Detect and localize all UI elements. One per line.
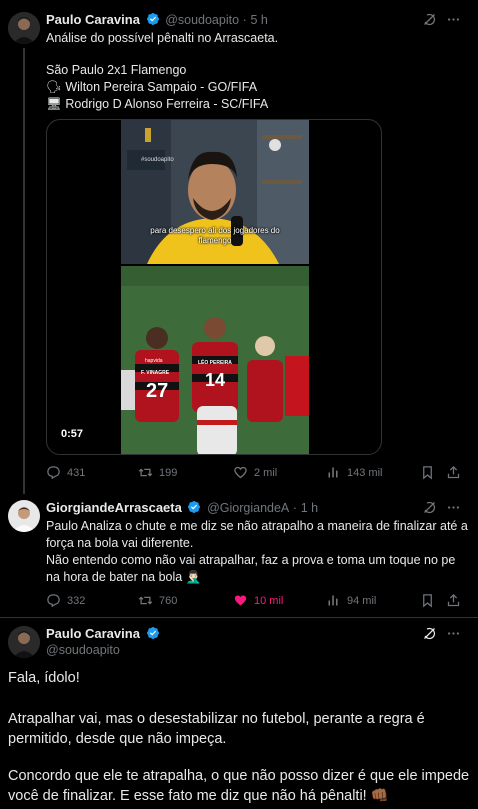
repost-count: 199 xyxy=(159,466,178,479)
like-button[interactable]: 2 mil xyxy=(233,465,277,480)
video-poster-label: #soudoapito xyxy=(141,157,174,163)
author-handle[interactable]: @soudoapito xyxy=(165,13,239,27)
video-duration: 0:57 xyxy=(61,428,84,440)
avatar[interactable] xyxy=(8,500,40,532)
video-watermark: @SOUDOAPITO xyxy=(183,258,237,265)
repost-count: 760 xyxy=(159,594,178,607)
video-caption: para desespero ali dos jogadores do flam… xyxy=(150,226,280,245)
tweet-text-line: Análise do possível pênalti no Arrascaet… xyxy=(46,31,279,45)
bookmark-icon xyxy=(423,594,432,608)
jersey-number: 14 xyxy=(205,370,226,390)
timestamp[interactable]: 1 h xyxy=(301,501,318,515)
author-name[interactable]: Paulo Caravina xyxy=(46,626,140,641)
like-count: 10 mil xyxy=(254,594,284,607)
bookmark-button[interactable] xyxy=(420,465,435,480)
verified-badge-icon xyxy=(146,13,159,25)
tweet-text-line: 🖥 Rodrigo D Alonso Ferreira - SC/FIFA xyxy=(46,97,269,111)
views-button[interactable]: 143 mil xyxy=(326,465,382,480)
views-button[interactable]: 94 mil xyxy=(326,593,376,608)
like-button[interactable]: 10 mil xyxy=(233,593,283,608)
jersey-sponsor: hapvida xyxy=(145,358,163,364)
video-player[interactable]: #soudoapito para desespero ali dos jogad… xyxy=(46,119,382,455)
video-frame xyxy=(121,120,309,454)
divider xyxy=(0,617,478,618)
reply-count: 332 xyxy=(67,594,86,607)
more-options-icon[interactable] xyxy=(446,626,461,644)
grok-icon[interactable] xyxy=(422,626,437,644)
tweet-header: GiorgiandeArrascaeta @GiorgiandeA · 1 h xyxy=(46,500,318,515)
thread-connector-line xyxy=(23,48,25,494)
grok-icon[interactable] xyxy=(422,12,437,30)
tweet-text-line: Paulo Analiza o chute e me diz se não at… xyxy=(46,519,468,533)
separator-dot: · xyxy=(242,13,247,27)
tweet-header: Paulo Caravina @soudoapito · 5 h xyxy=(46,12,268,27)
author-name[interactable]: GiorgiandeArrascaeta xyxy=(46,500,182,515)
views-icon xyxy=(328,595,338,606)
repost-icon xyxy=(138,468,153,477)
grok-icon[interactable] xyxy=(422,500,437,518)
more-options-icon[interactable] xyxy=(446,12,461,30)
tweet-text-line: Fala, ídolo! xyxy=(8,670,80,686)
repost-button[interactable]: 760 xyxy=(138,593,177,608)
author-handle[interactable]: @soudoapito xyxy=(46,643,120,657)
author-handle[interactable]: @GiorgiandeA xyxy=(207,501,289,515)
tweet-text-line: São Paulo 2x1 Flamengo xyxy=(46,63,187,77)
reply-button[interactable]: 332 xyxy=(46,593,85,608)
verified-badge-icon xyxy=(188,501,201,513)
tweet-text-line: você de finalizar. E esse fato me diz qu… xyxy=(8,788,389,804)
tweet-text-line: 🗣 Wilton Pereira Sampaio - GO/FIFA xyxy=(46,80,258,94)
share-icon xyxy=(447,593,460,607)
bookmark-button[interactable] xyxy=(420,593,435,608)
tweet-text-line: Concordo que ele te atrapalha, o que não… xyxy=(8,768,470,784)
views-count: 94 mil xyxy=(347,594,377,607)
separator-dot: · xyxy=(292,501,298,515)
reply-icon xyxy=(47,466,60,480)
heart-icon xyxy=(234,466,247,479)
avatar[interactable] xyxy=(8,12,40,44)
more-options-icon[interactable] xyxy=(446,500,461,518)
like-count: 2 mil xyxy=(254,466,278,479)
tweet-text-line: força na bola vai diferente. xyxy=(46,536,194,550)
views-count: 143 mil xyxy=(347,466,383,479)
views-icon xyxy=(328,467,338,478)
share-button[interactable] xyxy=(446,465,461,480)
repost-button[interactable]: 199 xyxy=(138,465,177,480)
verified-badge-icon xyxy=(146,627,159,639)
tweet-text-line: na hora de bater na bola 🤦🏻‍♂️ xyxy=(46,570,202,584)
tweet-text-line: permitido, desde que não impeça. xyxy=(8,731,227,747)
timestamp[interactable]: 5 h xyxy=(250,13,267,27)
heart-filled-icon xyxy=(234,595,247,606)
tweet-header: Paulo Caravina xyxy=(46,626,162,641)
tweet-text-line: Não entendo como não vai atrapalhar, faz… xyxy=(46,553,456,567)
author-name[interactable]: Paulo Caravina xyxy=(46,12,140,27)
reply-button[interactable]: 431 xyxy=(46,465,85,480)
reply-count: 431 xyxy=(67,466,86,479)
avatar[interactable] xyxy=(8,626,40,658)
share-button[interactable] xyxy=(446,593,461,608)
bookmark-icon xyxy=(423,466,432,480)
share-icon xyxy=(447,465,460,479)
jersey-name: LÉO PEREIRA xyxy=(198,360,232,366)
reply-icon xyxy=(47,594,60,608)
tweet-text-line: Atrapalhar vai, mas o desestabilizar no … xyxy=(8,711,425,727)
repost-icon xyxy=(138,596,153,605)
jersey-number: 27 xyxy=(146,380,169,402)
jersey-name: F. VINAGRE xyxy=(141,370,170,376)
